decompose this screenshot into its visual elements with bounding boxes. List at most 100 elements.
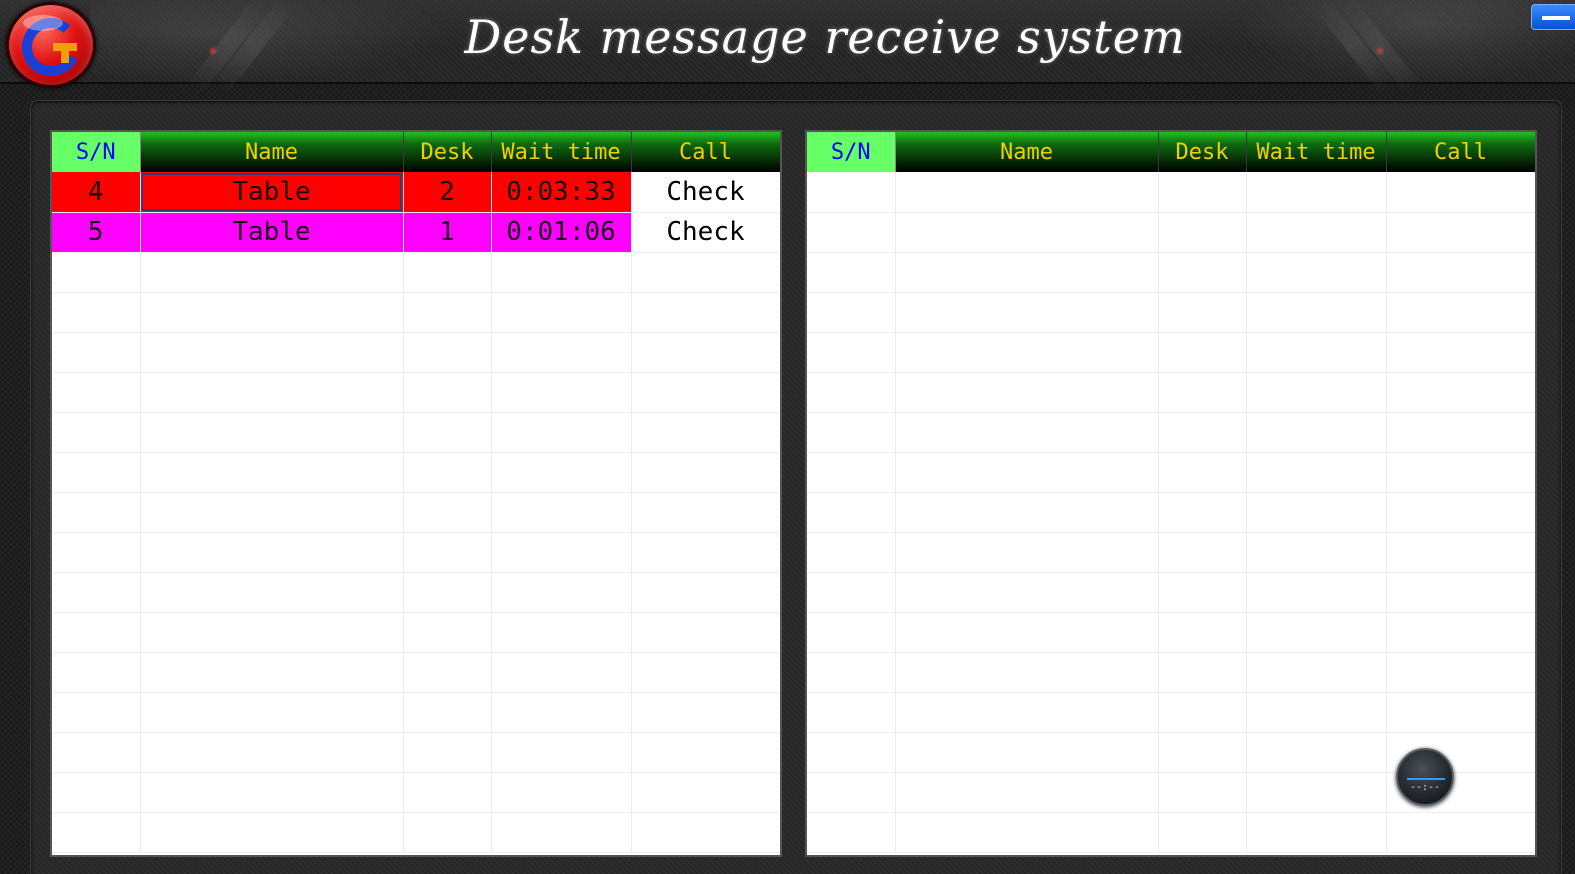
column-header-name[interactable]: Name xyxy=(895,132,1159,172)
empty-cell xyxy=(140,292,404,333)
empty-cell xyxy=(1158,452,1247,493)
empty-cell xyxy=(895,812,1159,853)
empty-cell xyxy=(1246,332,1387,373)
empty-cell xyxy=(895,572,1159,613)
empty-cell xyxy=(403,692,492,733)
minimize-button[interactable] xyxy=(1531,4,1575,30)
empty-cell xyxy=(491,492,632,533)
column-header-sn[interactable]: S/N xyxy=(52,132,141,172)
empty-cell xyxy=(895,252,1159,293)
empty-cell xyxy=(1246,452,1387,493)
column-header-wait-time[interactable]: Wait time xyxy=(491,132,632,172)
empty-cell xyxy=(52,732,141,773)
empty-cell xyxy=(1246,772,1387,813)
empty-cell xyxy=(1158,252,1247,293)
empty-cell xyxy=(403,732,492,773)
empty-cell xyxy=(140,532,404,573)
column-header-call[interactable]: Call xyxy=(631,132,780,172)
empty-cell xyxy=(52,772,141,813)
empty-cell xyxy=(403,332,492,373)
empty-table-row xyxy=(807,412,1535,453)
empty-cell xyxy=(631,412,780,453)
empty-cell xyxy=(491,612,632,653)
empty-cell xyxy=(1246,652,1387,693)
empty-cell xyxy=(895,532,1159,573)
empty-cell xyxy=(631,732,780,773)
empty-cell xyxy=(52,452,141,493)
empty-cell xyxy=(491,812,632,853)
empty-cell xyxy=(1386,692,1535,733)
column-header-wait-time[interactable]: Wait time xyxy=(1246,132,1387,172)
empty-cell xyxy=(403,452,492,493)
empty-cell xyxy=(631,492,780,533)
empty-cell xyxy=(1386,292,1535,333)
empty-cell xyxy=(403,572,492,613)
empty-cell xyxy=(1158,572,1247,613)
empty-table-row xyxy=(807,572,1535,613)
empty-table-row xyxy=(807,212,1535,253)
empty-cell xyxy=(491,772,632,813)
check-button[interactable]: Check xyxy=(631,172,780,213)
empty-cell xyxy=(1246,212,1387,253)
empty-cell xyxy=(403,772,492,813)
page-title: Desk message receive system xyxy=(464,10,1186,64)
empty-cell xyxy=(895,172,1159,213)
column-header-desk[interactable]: Desk xyxy=(1158,132,1247,172)
empty-cell xyxy=(403,492,492,533)
cell-desk: 1 xyxy=(403,212,492,253)
empty-cell xyxy=(1386,452,1535,493)
column-header-desk[interactable]: Desk xyxy=(403,132,492,172)
floating-clock-widget[interactable]: --:-- xyxy=(1396,748,1454,806)
empty-cell xyxy=(807,572,896,613)
empty-table-row xyxy=(807,292,1535,333)
empty-cell xyxy=(140,812,404,853)
table-row[interactable]: 4 Table 2 0:03:33 Check xyxy=(52,172,780,213)
empty-cell xyxy=(1246,172,1387,213)
empty-cell xyxy=(895,412,1159,453)
check-button[interactable]: Check xyxy=(631,212,780,253)
empty-table-row xyxy=(807,532,1535,573)
clock-time-text: --:-- xyxy=(1409,782,1441,793)
empty-cell xyxy=(52,372,141,413)
empty-table-row xyxy=(807,372,1535,413)
empty-cell xyxy=(631,292,780,333)
empty-cell xyxy=(52,252,141,293)
empty-cell xyxy=(1158,652,1247,693)
empty-cell xyxy=(52,652,141,693)
empty-cell xyxy=(140,652,404,693)
empty-cell xyxy=(1246,492,1387,533)
empty-cell xyxy=(1158,732,1247,773)
empty-cell xyxy=(1386,812,1535,853)
empty-table-row xyxy=(807,652,1535,693)
empty-cell xyxy=(1158,692,1247,733)
table-row[interactable]: 5 Table 1 0:01:06 Check xyxy=(52,212,780,253)
column-header-sn[interactable]: S/N xyxy=(807,132,896,172)
empty-cell xyxy=(403,532,492,573)
empty-cell xyxy=(807,372,896,413)
empty-cell xyxy=(1386,252,1535,293)
empty-cell xyxy=(631,532,780,573)
column-header-call[interactable]: Call xyxy=(1386,132,1535,172)
empty-cell xyxy=(140,612,404,653)
empty-cell xyxy=(807,772,896,813)
empty-table-row xyxy=(52,372,780,413)
cell-name[interactable]: Table xyxy=(140,212,404,253)
empty-cell xyxy=(491,332,632,373)
empty-cell xyxy=(631,332,780,373)
history-table: S/N Name Desk Wait time Call xyxy=(807,132,1535,853)
empty-cell xyxy=(403,252,492,293)
empty-cell xyxy=(1386,492,1535,533)
table-header-row: S/N Name Desk Wait time Call xyxy=(52,132,780,172)
empty-table-row xyxy=(807,492,1535,533)
empty-table-row xyxy=(52,812,780,853)
empty-cell xyxy=(631,612,780,653)
empty-table-row xyxy=(52,732,780,773)
empty-table-row xyxy=(52,412,780,453)
empty-cell xyxy=(403,292,492,333)
header-bar: Desk message receive system xyxy=(0,0,1575,94)
empty-cell xyxy=(491,692,632,733)
empty-cell xyxy=(491,532,632,573)
cell-name[interactable]: Table xyxy=(140,172,404,213)
cell-wait-time: 0:01:06 xyxy=(491,212,632,253)
column-header-name[interactable]: Name xyxy=(140,132,404,172)
